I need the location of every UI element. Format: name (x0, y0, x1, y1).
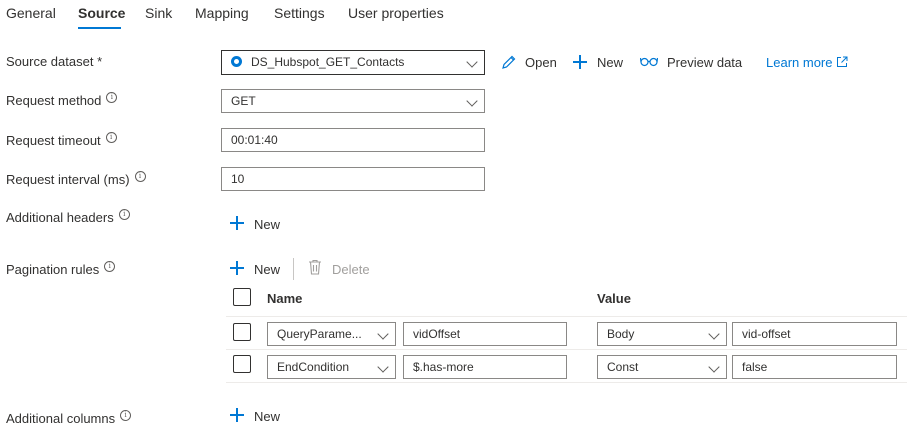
info-icon[interactable]: i (104, 261, 116, 272)
plus-icon[interactable] (230, 408, 244, 422)
tab-source[interactable]: Source (78, 5, 125, 21)
open-button[interactable]: Open (525, 55, 557, 70)
info-icon[interactable]: i (105, 132, 117, 143)
value-type-value: Const (607, 360, 639, 374)
request-interval-label-text: Request interval (ms) (6, 172, 130, 187)
source-dataset-dropdown[interactable]: DS_Hubspot_GET_Contacts (221, 50, 485, 75)
name-type-value: QueryParame... (277, 327, 362, 341)
plus-icon[interactable] (573, 55, 587, 69)
info-icon[interactable]: i (134, 171, 146, 182)
trash-icon (309, 259, 321, 275)
chevron-down-icon (708, 361, 720, 373)
tab-sink[interactable]: Sink (145, 5, 172, 21)
pencil-icon[interactable] (501, 54, 517, 70)
name-value-input[interactable]: vidOffset (403, 322, 567, 346)
request-interval-input[interactable]: 10 (221, 167, 485, 191)
additional-columns-label-text: Additional columns (6, 411, 116, 426)
request-interval-label: Request interval (ms) i (6, 171, 146, 187)
column-header-value: Value (597, 291, 631, 306)
delete-pagination-rule-button: Delete (332, 262, 370, 277)
chevron-down-icon (708, 328, 720, 340)
name-value-text: $.has-more (413, 360, 474, 374)
add-pagination-rule-button[interactable]: New (254, 262, 280, 277)
add-header-button[interactable]: New (254, 217, 280, 232)
chevron-down-icon (377, 361, 389, 373)
info-icon[interactable]: i (118, 209, 130, 220)
required-mark: * (97, 54, 103, 69)
info-icon[interactable]: i (106, 92, 118, 103)
active-tab-indicator (78, 27, 121, 29)
name-type-value: EndCondition (277, 360, 350, 374)
additional-columns-label: Additional columns i (6, 410, 132, 426)
glasses-icon[interactable] (640, 56, 658, 67)
external-link-icon[interactable] (836, 56, 848, 68)
value-value-text: false (742, 360, 768, 374)
additional-headers-label: Additional headers i (6, 209, 130, 225)
table-divider (226, 382, 907, 383)
row-checkbox[interactable] (233, 355, 251, 373)
learn-more-link[interactable]: Learn more (766, 55, 832, 70)
additional-headers-label-text: Additional headers (6, 210, 114, 225)
value-value-text: vid-offset (742, 327, 791, 341)
request-method-label: Request method i (6, 92, 118, 108)
value-value-input[interactable]: false (732, 355, 897, 379)
name-value-input[interactable]: $.has-more (403, 355, 567, 379)
request-method-value: GET (231, 94, 256, 108)
source-dataset-value: DS_Hubspot_GET_Contacts (251, 55, 405, 69)
table-divider (226, 316, 907, 317)
new-dataset-button[interactable]: New (597, 55, 623, 70)
column-header-name: Name (267, 291, 303, 306)
tab-settings[interactable]: Settings (274, 5, 325, 21)
tab-mapping[interactable]: Mapping (195, 5, 249, 21)
plus-icon[interactable] (230, 261, 244, 275)
toolbar-divider (293, 258, 294, 280)
row-checkbox[interactable] (233, 323, 251, 341)
plus-icon[interactable] (230, 216, 244, 230)
chevron-down-icon (377, 328, 389, 340)
name-type-dropdown[interactable]: QueryParame... (267, 322, 396, 346)
request-timeout-value: 00:01:40 (231, 133, 278, 147)
source-dataset-label: Source dataset * (6, 54, 102, 69)
value-value-input[interactable]: vid-offset (732, 322, 897, 346)
request-timeout-label-text: Request timeout (6, 133, 101, 148)
preview-data-button[interactable]: Preview data (667, 55, 742, 70)
value-type-dropdown[interactable]: Const (597, 355, 727, 379)
tab-user-properties[interactable]: User properties (348, 5, 444, 21)
request-timeout-input[interactable]: 00:01:40 (221, 128, 485, 152)
select-all-checkbox[interactable] (233, 288, 251, 306)
value-type-value: Body (607, 327, 635, 341)
add-column-button[interactable]: New (254, 409, 280, 424)
chevron-down-icon (466, 95, 478, 107)
pagination-rules-label-text: Pagination rules (6, 262, 100, 277)
tab-general[interactable]: General (6, 5, 56, 21)
request-timeout-label: Request timeout i (6, 132, 117, 148)
request-interval-value: 10 (231, 172, 245, 186)
source-dataset-label-text: Source dataset (6, 54, 94, 69)
dataset-icon (231, 56, 242, 68)
value-type-dropdown[interactable]: Body (597, 322, 727, 346)
request-method-label-text: Request method (6, 93, 102, 108)
pagination-rules-label: Pagination rules i (6, 261, 116, 277)
table-divider (226, 349, 907, 350)
name-value-text: vidOffset (413, 327, 461, 341)
info-icon[interactable]: i (120, 410, 132, 421)
chevron-down-icon (466, 56, 478, 68)
request-method-dropdown[interactable]: GET (221, 89, 485, 113)
name-type-dropdown[interactable]: EndCondition (267, 355, 396, 379)
